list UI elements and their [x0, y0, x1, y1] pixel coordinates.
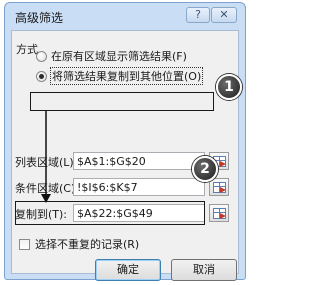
callout-badge-2: 2: [192, 156, 218, 182]
annotation-arrow-icon: [41, 111, 51, 203]
callout-badge-1: 1: [216, 74, 242, 100]
